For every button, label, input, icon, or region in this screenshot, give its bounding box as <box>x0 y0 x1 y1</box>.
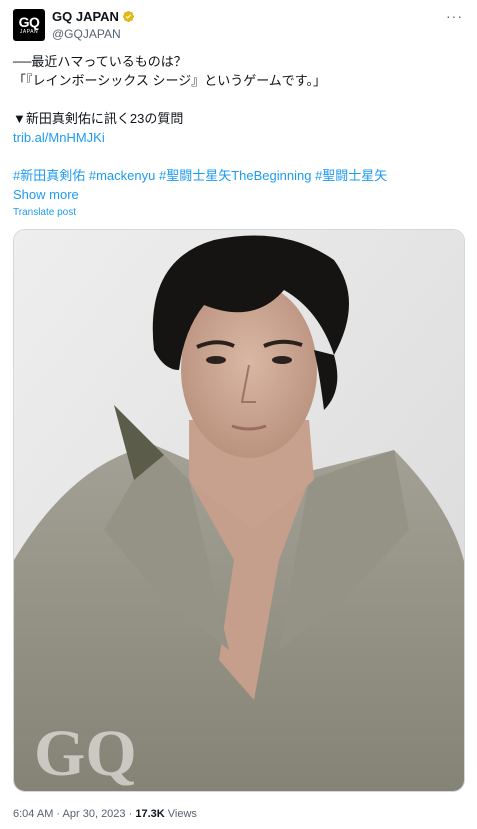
more-options-icon[interactable]: ··· <box>446 8 463 24</box>
tweet-meta: 6:04 AM · Apr 30, 2023 · 17.3K Views <box>13 808 197 820</box>
hashtag-link[interactable]: #新田真剣佑 <box>13 168 85 183</box>
avatar-logo-text: GQ <box>18 14 40 30</box>
show-more-link[interactable]: Show more <box>13 187 79 202</box>
post-date[interactable]: Apr 30, 2023 <box>63 808 126 820</box>
tweet: GQ JAPAN GQ JAPAN @GQJAPAN ··· ──最近ハマってい… <box>0 0 477 829</box>
gq-watermark: GQ <box>34 717 137 790</box>
verified-badge-icon <box>122 10 134 23</box>
tweet-text-line: 「『レインボーシックス シージ』というゲームです。」 <box>13 73 327 88</box>
tweet-text-line: ▼新田真剣佑に訊く23の質問 <box>13 111 184 126</box>
tweet-text: ──最近ハマっているものは？ 「『レインボーシックス シージ』というゲームです。… <box>13 52 463 185</box>
hashtag-link[interactable]: #mackenyu <box>89 168 155 183</box>
author-name-row: GQ JAPAN <box>52 9 135 24</box>
post-time[interactable]: 6:04 AM <box>13 808 53 820</box>
avatar[interactable]: GQ JAPAN <box>13 9 45 41</box>
hashtag-row: #新田真剣佑 #mackenyu #聖闘士星矢TheBeginning #聖闘士… <box>13 166 463 185</box>
display-name[interactable]: GQ JAPAN <box>52 9 119 24</box>
views-label: Views <box>167 808 197 820</box>
portrait-photo: GQ <box>14 230 464 791</box>
tweet-photo[interactable]: GQ <box>13 229 465 792</box>
author-handle[interactable]: @GQJAPAN <box>52 27 121 41</box>
hashtag-link[interactable]: #聖闘士星矢 <box>315 168 387 183</box>
views-count: 17.3K <box>135 808 165 820</box>
hashtag-link[interactable]: #聖闘士星矢TheBeginning <box>159 168 311 183</box>
tweet-link[interactable]: trib.al/MnHMJKi <box>13 128 463 147</box>
translate-post-link[interactable]: Translate post <box>13 207 76 218</box>
avatar-logo-subtext: JAPAN <box>19 29 39 35</box>
tweet-text-line: ──最近ハマっているものは？ <box>13 54 187 69</box>
